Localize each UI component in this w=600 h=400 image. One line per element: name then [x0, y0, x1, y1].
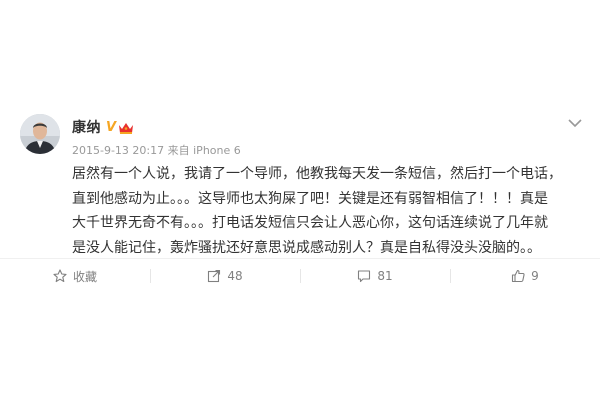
like-button[interactable]: 9 [450, 259, 600, 293]
content-line: 大千世界无奇不有。。。打电话发短信只会让人恶心你，这句话连续说了几年就 [72, 215, 548, 231]
content-line: 居然有一个人说，我请了一个导师，他教我每天发一条短信，然后打一个电话， [72, 166, 562, 182]
content-line: 直到他感动为止。。。这导师也太狗屎了吧！关键是还有弱智相信了！！！真是 [72, 190, 548, 207]
crown-icon[interactable] [118, 120, 134, 134]
chevron-down-icon[interactable] [568, 118, 582, 128]
post-meta: 2015-9-13 20:17 来自 iPhone 6 [72, 142, 241, 158]
content-line: 是没人能记住，轰炸骚扰还好意思说成感动别人？真是自私得没头没脑的。。 [72, 239, 541, 256]
vip-v-icon[interactable]: V [106, 121, 116, 134]
post-card: 康纳 V 2015-9-13 20:17 来自 iPhone 6 居然有一个人说… [0, 96, 600, 292]
repost-button[interactable]: 48 [150, 259, 300, 293]
thumbs-up-icon [512, 269, 525, 283]
weibo-page: 康纳 V 2015-9-13 20:17 来自 iPhone 6 居然有一个人说… [0, 0, 600, 400]
repost-count: 48 [227, 269, 243, 283]
source-prefix: 来自 [167, 144, 190, 157]
favorite-label: 收藏 [72, 269, 97, 284]
author-name[interactable]: 康纳 [72, 117, 101, 137]
share-icon [208, 269, 221, 283]
like-count: 9 [531, 269, 539, 283]
action-bar: 收藏 48 81 9 [0, 259, 600, 293]
post-content: 居然有一个人说，我请了一个导师，他教我每天发一条短信，然后打一个电话， 直到他感… [72, 162, 584, 260]
favorite-button[interactable]: 收藏 [0, 259, 150, 293]
comment-count: 81 [377, 269, 393, 283]
post-source[interactable]: iPhone 6 [193, 144, 241, 157]
author-row: 康纳 V [72, 118, 134, 136]
comment-icon [358, 270, 371, 283]
comment-button[interactable]: 81 [300, 259, 450, 293]
avatar[interactable] [20, 114, 60, 154]
post-timestamp[interactable]: 2015-9-13 20:17 [72, 144, 164, 157]
star-icon [53, 269, 67, 283]
